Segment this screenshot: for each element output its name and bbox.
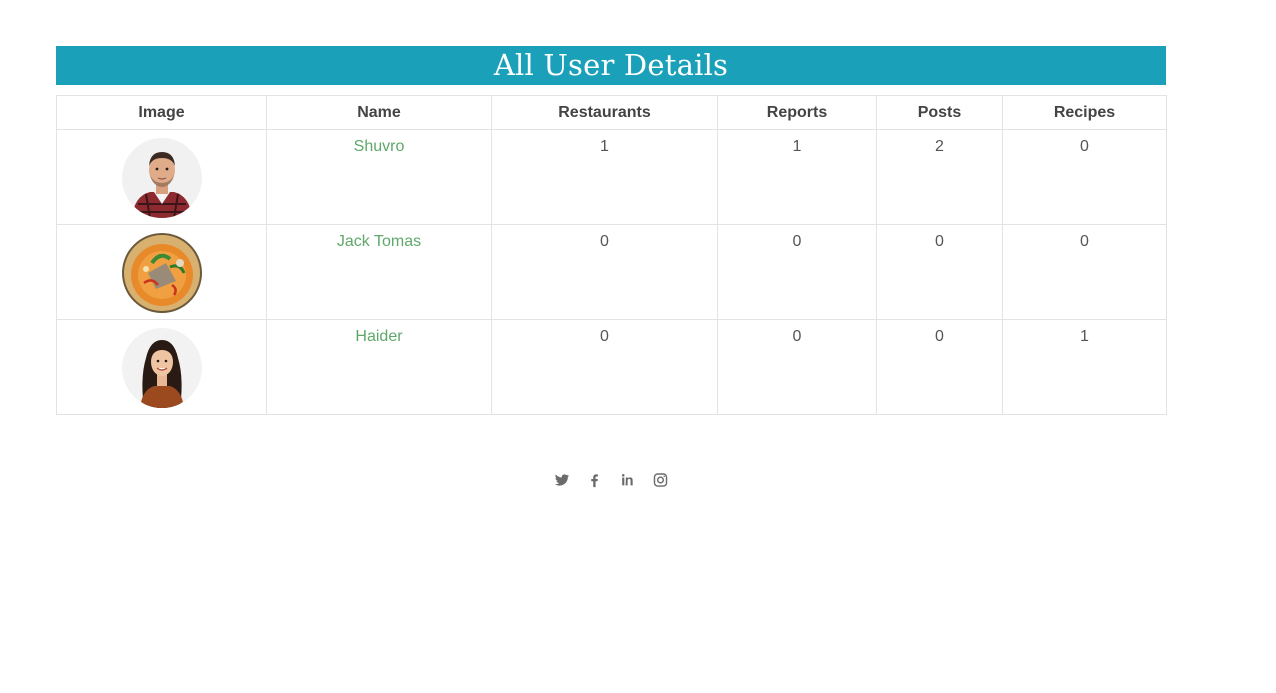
avatar-man — [121, 138, 202, 218]
posts-cell: 2 — [876, 129, 1003, 225]
reports-cell: 0 — [717, 319, 877, 415]
avatar-food — [121, 233, 202, 313]
facebook-icon[interactable] — [586, 470, 603, 490]
table-header-row: Image Name Restaurants Reports Posts Rec… — [56, 95, 1167, 130]
posts-count: 0 — [935, 328, 944, 345]
reports-count: 0 — [792, 328, 802, 345]
recipes-cell: 0 — [1002, 224, 1167, 320]
header-restaurants: Restaurants — [491, 95, 718, 130]
posts-count: 0 — [935, 233, 944, 250]
linkedin-icon[interactable] — [619, 470, 636, 490]
image-cell — [56, 224, 267, 320]
header-image: Image — [56, 95, 267, 130]
recipes-cell: 0 — [1002, 129, 1167, 225]
recipes-count: 0 — [1080, 138, 1089, 155]
image-cell — [56, 319, 267, 415]
reports-count: 1 — [792, 138, 802, 155]
page-title: All User Details — [56, 46, 1166, 85]
reports-count: 0 — [792, 233, 802, 250]
avatar-woman — [121, 328, 202, 408]
twitter-icon[interactable] — [553, 470, 570, 490]
social-links — [553, 470, 669, 490]
footer — [0, 470, 1222, 495]
posts-count: 2 — [935, 138, 944, 155]
restaurants-cell: 1 — [491, 129, 718, 225]
restaurants-count: 1 — [600, 138, 609, 155]
name-cell: Haider — [266, 319, 492, 415]
restaurants-cell: 0 — [491, 224, 718, 320]
reports-cell: 0 — [717, 224, 877, 320]
table-row: Shuvro 1 1 2 0 — [56, 129, 1167, 225]
recipes-count: 1 — [1080, 328, 1089, 345]
restaurants-count: 0 — [600, 233, 609, 250]
reports-cell: 1 — [717, 129, 877, 225]
user-details-panel: All User Details Image Name Restaurants … — [56, 46, 1167, 415]
header-name: Name — [266, 95, 492, 130]
restaurants-count: 0 — [600, 328, 609, 345]
recipes-count: 0 — [1080, 233, 1089, 250]
name-cell: Shuvro — [266, 129, 492, 225]
name-cell: Jack Tomas — [266, 224, 492, 320]
recipes-cell: 1 — [1002, 319, 1167, 415]
user-name-link[interactable]: Haider — [355, 328, 402, 345]
user-name-link[interactable]: Shuvro — [354, 138, 405, 155]
posts-cell: 0 — [876, 224, 1003, 320]
user-name-link[interactable]: Jack Tomas — [337, 233, 421, 250]
user-details-table: Image Name Restaurants Reports Posts Rec… — [56, 95, 1167, 415]
header-posts: Posts — [876, 95, 1003, 130]
posts-cell: 0 — [876, 319, 1003, 415]
header-reports: Reports — [717, 95, 877, 130]
table-row: Jack Tomas 0 0 0 0 — [56, 224, 1167, 320]
table-row: Haider 0 0 0 1 — [56, 319, 1167, 415]
restaurants-cell: 0 — [491, 319, 718, 415]
instagram-icon[interactable] — [652, 470, 669, 490]
header-recipes: Recipes — [1002, 95, 1167, 130]
image-cell — [56, 129, 267, 225]
